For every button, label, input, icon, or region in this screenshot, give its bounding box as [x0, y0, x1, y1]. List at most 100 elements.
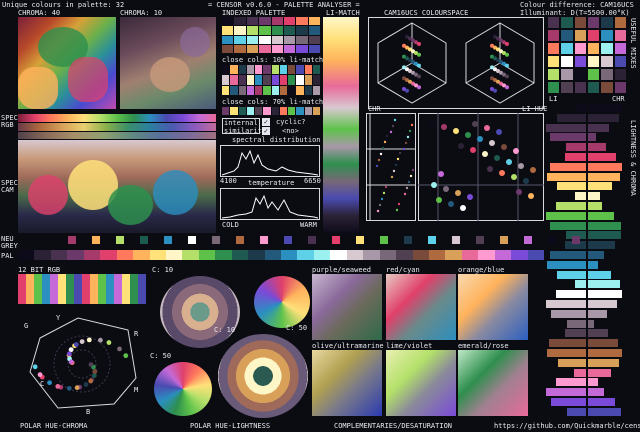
spec-cam-label: SPEC CAM [1, 179, 18, 194]
disc-c10-large [218, 334, 308, 418]
chroma-bar [588, 329, 608, 338]
spectral-distribution-label: spectral distribution [232, 136, 321, 144]
chr-point [385, 134, 389, 138]
palette-strip-swatch [363, 250, 380, 260]
palette-strip-swatch [297, 250, 314, 260]
neutral-grey-swatch [332, 236, 340, 244]
close-colour-swatch [238, 65, 246, 75]
close-colour-swatch [304, 107, 312, 115]
chroma-bar [588, 172, 620, 181]
mix-swatch [561, 69, 573, 80]
mix-swatch [587, 56, 600, 67]
chroma-bar [588, 211, 614, 220]
palette-strip-swatch [215, 250, 232, 260]
12bit-rgb-label: 12 BIT RGB [18, 266, 61, 274]
close-colour-swatch [246, 85, 254, 95]
olive-ultramarine-label: olive/ultramarine [312, 342, 384, 350]
li-hue-point [523, 178, 529, 184]
close-colour-swatch [279, 65, 287, 75]
li-hue-point [453, 128, 459, 134]
palette-strip-swatch [494, 250, 512, 260]
palette-strip-swatch [527, 250, 544, 260]
orange-blue-map [458, 274, 528, 340]
chr-point [396, 157, 400, 161]
lightness-bar [546, 300, 586, 308]
li-hue-point [511, 174, 517, 180]
palette-strip-swatch [34, 250, 51, 260]
lightness-bar [547, 172, 586, 181]
lightness-chroma-bars [546, 104, 626, 420]
chr-point [406, 135, 410, 139]
colour-difference-label: Colour difference: CAM16UCS [520, 1, 634, 9]
spectrum-sat-bar [18, 132, 216, 139]
github-link[interactable]: https://github.com/Quickmarble/censor [494, 422, 640, 430]
palette-swatch [259, 26, 271, 35]
close-colour-swatch [246, 75, 254, 85]
close-colour-swatch [271, 75, 279, 85]
neutral-grey-swatch [548, 236, 556, 244]
palette-swatch [259, 44, 271, 53]
chroma-bar [588, 153, 616, 161]
emerald-rose-label: emerald/rose [458, 342, 509, 350]
mix-swatch [614, 30, 626, 41]
palette-strip-swatch [330, 250, 347, 260]
li-hue-point [429, 120, 435, 126]
li-hue-point [528, 193, 534, 199]
lightness-bar [556, 202, 586, 210]
temperature-warm: WARM [300, 221, 317, 229]
palette-swatch [259, 35, 271, 44]
chroma-bar [588, 251, 604, 259]
mix-swatch [548, 30, 560, 41]
polar-point [47, 380, 52, 386]
polar-point [32, 364, 38, 370]
spec-rgb-label: SPEC RGB [1, 114, 18, 129]
palette-swatch [308, 35, 320, 44]
neutral-grey-swatch [68, 236, 76, 244]
polar-point [123, 353, 129, 359]
mix-swatch [601, 56, 613, 67]
chr-point [409, 174, 413, 178]
li-label: LI [549, 95, 558, 103]
neutral-grey-swatch [404, 236, 412, 244]
chr-point [403, 192, 407, 196]
palette-strip-swatch [182, 250, 199, 260]
li-hue-point [518, 163, 524, 169]
li-hue-point [482, 151, 488, 157]
palette-swatch [283, 44, 296, 53]
12bit-rgb-map [18, 274, 146, 304]
chr-point [382, 191, 386, 195]
red-cyan-map [386, 274, 456, 340]
chr-point [383, 140, 387, 144]
lightness-bar [557, 270, 586, 279]
li-hue-point [470, 147, 476, 153]
disc-c50-large [154, 362, 212, 416]
palette-swatch [271, 44, 283, 53]
chr-point [390, 175, 394, 179]
palette-strip-swatch [478, 250, 495, 260]
temperature-cold: COLD [222, 221, 239, 229]
palette-swatch [283, 35, 296, 44]
close-colour-swatch [288, 75, 296, 85]
chroma-bar [588, 192, 600, 201]
temperature-graph [220, 188, 320, 220]
neutral-grey-swatch [236, 236, 244, 244]
palette-swatch [246, 26, 259, 35]
close-colour-swatch [312, 85, 320, 95]
spectrum-rgb-bar [18, 114, 216, 122]
palette-swatch [271, 35, 283, 44]
mix-swatch [587, 82, 600, 93]
palette-swatch [222, 26, 234, 35]
c10b-label: C: 10 [214, 326, 236, 334]
mix-swatch [561, 17, 573, 28]
chroma-bar [588, 221, 621, 230]
li-hue-point [436, 197, 442, 203]
lightness-chroma-label: LIGHTNESS & CHROMA [629, 120, 637, 196]
polar-hue-chroma-plot: G Y R M B C [24, 314, 139, 416]
close-colour-swatch [255, 75, 263, 85]
mix-swatch [601, 82, 613, 93]
palette-swatch [308, 17, 320, 26]
hue-g: G [24, 322, 28, 330]
chr-point [375, 164, 379, 168]
palette-strip-swatch [346, 250, 364, 260]
palette-strip-swatch [165, 250, 183, 260]
